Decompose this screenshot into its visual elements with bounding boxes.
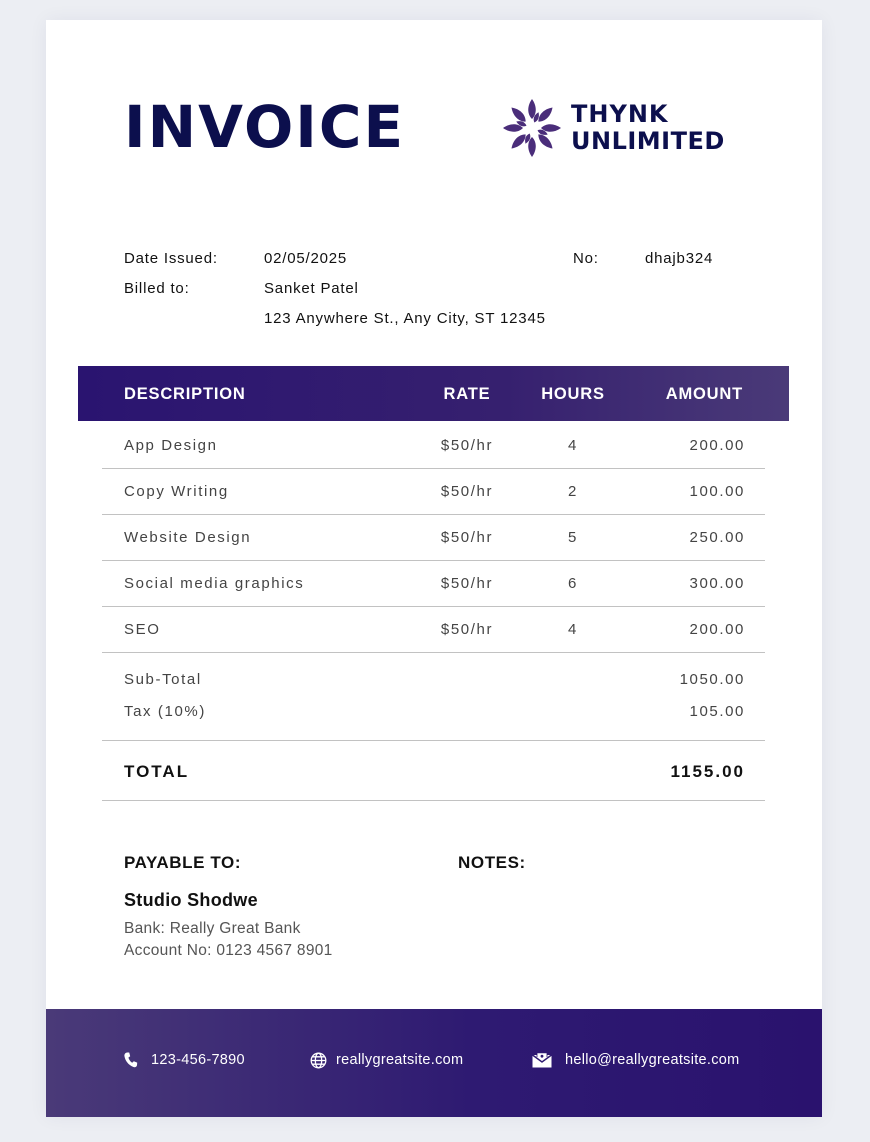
row-description: Social media graphics [124,575,305,592]
brand-logo: THYNK UNLIMITED [500,96,790,160]
table-row: Website Design $50/hr 5 250.00 [102,514,765,561]
globe-icon [310,1052,327,1069]
row-amount: 300.00 [689,575,745,592]
subtotal-value: 1050.00 [679,671,745,688]
subtotal-label: Sub-Total [124,671,202,688]
row-hours: 5 [568,529,578,546]
row-hours: 2 [568,483,578,500]
phone-icon [124,1052,138,1068]
total-divider-top [102,740,765,741]
row-description: Copy Writing [124,483,229,500]
payable-to-heading: PAYABLE TO: [124,853,242,872]
row-rate: $50/hr [440,621,494,638]
total-divider-bottom [102,800,765,801]
total-value: 1155.00 [670,762,745,781]
contact-footer: 123-456-7890 reallygreatsite.com hello@r… [46,1009,822,1117]
row-hours: 4 [568,437,578,454]
date-issued-value: 02/05/2025 [264,250,348,267]
row-description: Website Design [124,529,252,546]
invoice-number-label: No: [573,250,599,267]
total-label: TOTAL [124,762,190,781]
row-rate: $50/hr [440,529,494,546]
invoice-number-value: dhajb324 [645,250,714,267]
row-rate: $50/hr [440,437,494,454]
account-number: Account No: 0123 4567 8901 [124,942,333,959]
row-amount: 200.00 [689,621,745,638]
notes-heading: NOTES: [458,853,526,872]
email-text: hello@reallygreatsite.com [565,1052,740,1068]
table-row: Copy Writing $50/hr 2 100.00 [102,468,765,515]
tax-value: 105.00 [689,703,745,720]
column-header-rate: RATE [443,385,491,403]
table-row: App Design $50/hr 4 200.00 [102,422,765,469]
billed-to-name: Sanket Patel [264,280,359,297]
bank-name: Bank: Really Great Bank [124,920,301,937]
row-rate: $50/hr [440,575,494,592]
date-issued-label: Date Issued: [124,250,218,267]
row-rate: $50/hr [440,483,494,500]
column-header-amount: AMOUNT [665,385,743,403]
row-description: SEO [124,621,161,638]
phone-text: 123-456-7890 [151,1052,245,1068]
column-header-description: DESCRIPTION [124,385,246,403]
mail-icon [532,1052,552,1068]
website-text: reallygreatsite.com [336,1052,464,1068]
row-description: App Design [124,437,218,454]
row-amount: 100.00 [689,483,745,500]
row-amount: 200.00 [689,437,745,454]
flower-logo-icon [503,99,561,157]
tax-label: Tax (10%) [124,703,206,720]
row-hours: 6 [568,575,578,592]
column-header-hours: HOURS [541,385,605,403]
table-row: SEO $50/hr 4 200.00 [102,606,765,653]
row-amount: 250.00 [689,529,745,546]
billed-to-label: Billed to: [124,280,190,297]
payee-name: Studio Shodwe [124,890,258,910]
table-header: DESCRIPTION RATE HOURS AMOUNT [78,366,789,421]
table-row: Social media graphics $50/hr 6 300.00 [102,560,765,607]
billed-to-address: 123 Anywhere St., Any City, ST 12345 [264,310,546,327]
invoice-title: INVOICE [124,93,406,161]
row-hours: 4 [568,621,578,638]
brand-name-line2: UNLIMITED [571,127,725,155]
brand-name-line1: THYNK [571,100,669,128]
invoice-page: INVOICE THYNK UNLIMITED Date Issued: 02/… [46,20,822,1117]
